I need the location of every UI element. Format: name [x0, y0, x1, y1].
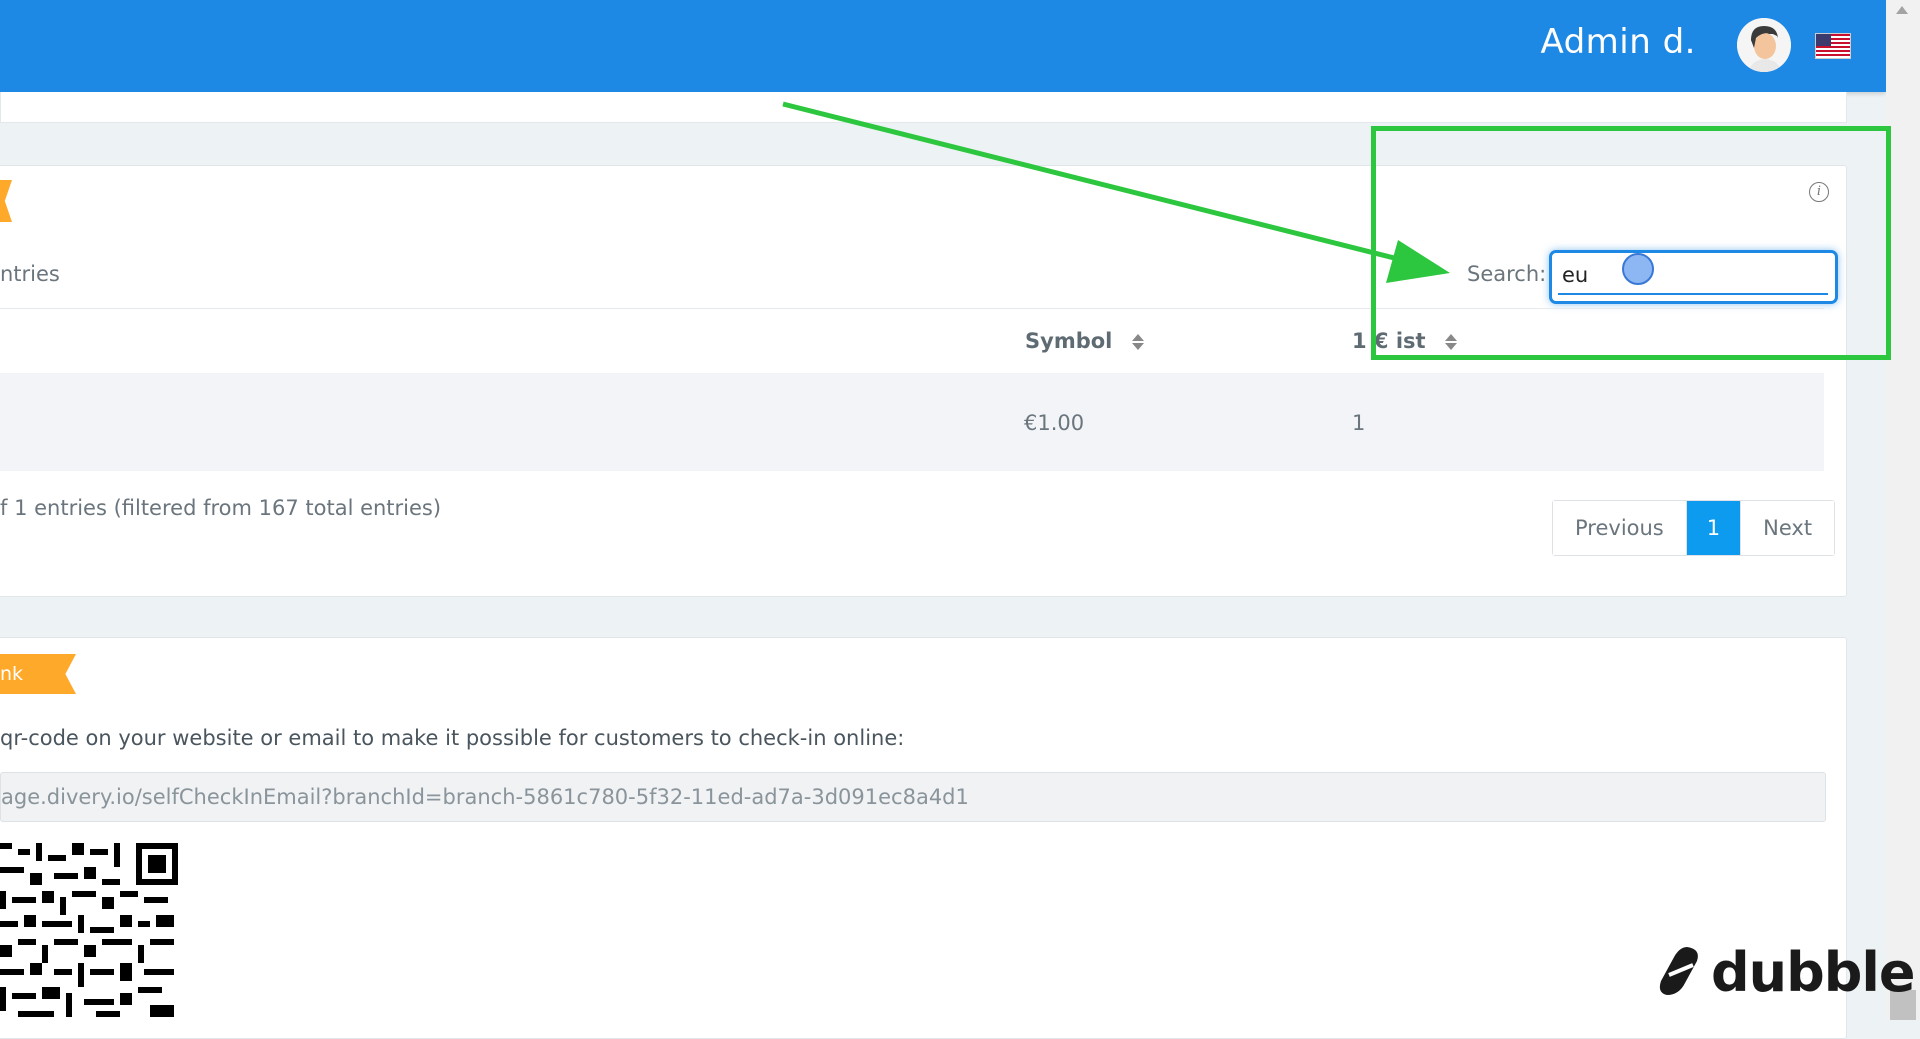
table-info: f 1 entries (filtered from 167 total ent…	[0, 496, 442, 520]
column-header-symbol[interactable]: Symbol	[1025, 329, 1144, 353]
dubble-logo-icon	[1659, 947, 1698, 995]
admin-name[interactable]: Admin d.	[1540, 22, 1696, 62]
scroll-up-arrow-icon[interactable]	[1896, 6, 1908, 14]
top-navbar: Admin d.	[0, 0, 1886, 92]
annotation-highlight-box	[1371, 126, 1891, 360]
us-flag-icon[interactable]	[1815, 33, 1851, 59]
checkin-ribbon: nk	[0, 654, 76, 694]
previous-page-button[interactable]: Previous	[1553, 501, 1687, 555]
next-page-button[interactable]: Next	[1740, 501, 1835, 555]
cell-symbol: €1.00	[1024, 411, 1085, 435]
dubble-watermark: dubble	[1657, 940, 1916, 1004]
vertical-scrollbar[interactable]	[1886, 0, 1920, 1020]
checkin-description: qr-code on your website or email to make…	[0, 726, 905, 750]
pagination: Previous 1 Next	[1552, 500, 1836, 556]
cell-rate: 1	[1352, 411, 1366, 435]
checkin-link-card	[0, 637, 1847, 1039]
page-1-button[interactable]: 1	[1686, 501, 1741, 555]
entries-length-label: ntries	[0, 262, 60, 286]
table-row[interactable]: €1.00 1	[0, 373, 1824, 471]
checkin-url-field[interactable]: age.divery.io/selfCheckInEmail?branchId=…	[0, 772, 1826, 822]
user-avatar[interactable]	[1737, 18, 1791, 72]
sort-icon	[1131, 334, 1144, 350]
qr-code	[0, 843, 178, 1020]
previous-card-bottom	[0, 92, 1847, 123]
